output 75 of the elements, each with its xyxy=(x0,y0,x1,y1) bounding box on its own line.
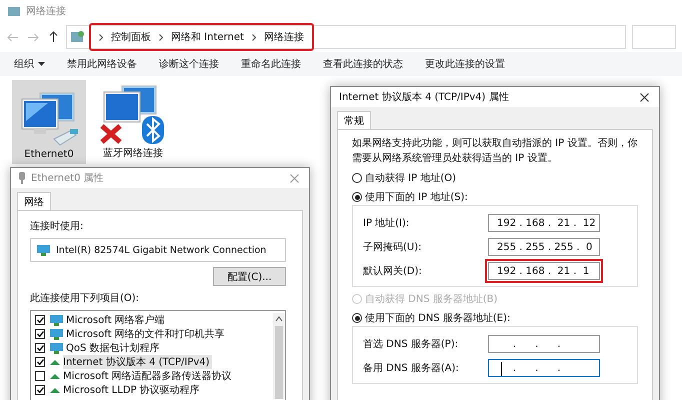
field-label: 首选 DNS 服务器(P): xyxy=(363,338,458,351)
connection-name: Ethernet0 xyxy=(24,149,74,160)
close-icon xyxy=(640,92,648,102)
connection-name: 蓝牙网络连接 xyxy=(103,146,163,160)
chevron-icon xyxy=(159,34,163,40)
network-computer-icon xyxy=(50,342,63,354)
configure-button[interactable]: 配置(C)... xyxy=(213,267,286,286)
list-label: 此连接使用下列项目(O): xyxy=(30,292,140,305)
checkmark-icon xyxy=(36,359,44,365)
toolbar-button[interactable]: 组织 xyxy=(14,57,45,71)
list-item[interactable]: Microsoft 网络的文件和打印机共享 xyxy=(66,327,227,341)
window-title: 网络连接 xyxy=(26,4,66,18)
chevron-icon xyxy=(252,34,256,40)
ip-address-field[interactable]: 192 . 168 . 21 . 12 xyxy=(488,214,600,232)
adapter-name: Intel(R) 82574L Gigabit Network Connection xyxy=(56,244,266,256)
radio-option[interactable]: 自动获得 IP 地址(O) xyxy=(352,171,638,185)
radio-option[interactable]: 使用下面的 DNS 服务器地址(E): xyxy=(352,311,638,325)
toolbar-button[interactable]: 查看此连接的状态 xyxy=(323,57,403,71)
toolbar-button[interactable]: 诊断这个连接 xyxy=(159,57,219,71)
checkbox[interactable] xyxy=(35,385,45,395)
checkmark-icon xyxy=(36,345,44,351)
checkbox[interactable] xyxy=(35,357,45,367)
checkbox[interactable] xyxy=(35,315,45,325)
breadcrumb-item[interactable]: 网络和 Internet xyxy=(171,30,244,44)
up-arrow-icon xyxy=(48,31,58,43)
close-icon xyxy=(290,174,298,182)
radio-option[interactable]: 使用下面的 IP 地址(S): xyxy=(352,190,638,204)
checkbox[interactable] xyxy=(35,329,45,339)
field-label: IP 地址(I): xyxy=(363,216,410,230)
ip-address-field[interactable]: 192 . 168 . 21 . 1 xyxy=(488,262,600,280)
list-item[interactable]: Microsoft LLDP 协议驱动程序 xyxy=(63,383,202,397)
forward-arrow-icon xyxy=(27,32,39,42)
tab[interactable]: 网络 xyxy=(17,192,51,211)
field-label: 子网掩码(U): xyxy=(363,241,422,254)
toolbar-button[interactable]: 更改此连接的设置 xyxy=(425,57,505,71)
field-label: 备用 DNS 服务器(A): xyxy=(363,362,459,375)
field-label: 默认网关(D): xyxy=(363,264,422,278)
dialog-title: Internet 协议版本 4 (TCP/IPv4) 属性 xyxy=(339,90,509,104)
radio-button[interactable] xyxy=(352,173,362,183)
connection-item[interactable]: 蓝牙网络连接 xyxy=(90,80,176,164)
close-button[interactable] xyxy=(637,90,651,104)
dropdown-caret-icon xyxy=(38,62,45,66)
checkmark-icon xyxy=(36,317,44,323)
list-item[interactable]: Internet 协议版本 4 (TCP/IPv4) xyxy=(63,355,212,369)
address-bar[interactable]: 控制面板 网络和 Internet 网络连接 xyxy=(66,25,626,49)
field-label: 连接时使用: xyxy=(30,220,84,233)
connection-item[interactable]: Ethernet0 xyxy=(12,80,86,164)
network-computer-icon xyxy=(50,328,63,340)
radio-button[interactable] xyxy=(352,192,362,202)
search-field[interactable] xyxy=(632,25,676,49)
list-item[interactable]: QoS 数据包计划程序 xyxy=(66,341,162,355)
breadcrumb-item[interactable]: 网络连接 xyxy=(264,30,304,44)
back-arrow-icon xyxy=(7,32,19,42)
ip-address-field[interactable]: . . . xyxy=(488,335,600,353)
ip-address-field[interactable]: . . . xyxy=(488,359,600,377)
radio-button[interactable] xyxy=(352,313,362,323)
network-computer-icon xyxy=(50,314,63,326)
toolbar-button[interactable]: 禁用此网络设备 xyxy=(67,57,137,71)
bluetooth-computers-icon xyxy=(100,84,166,144)
dialog-title: Ethernet0 属性 xyxy=(31,172,104,185)
checkbox[interactable] xyxy=(35,371,45,381)
tab[interactable]: 常规 xyxy=(337,111,371,130)
network-adapter-icon xyxy=(37,244,50,256)
checkmark-icon xyxy=(36,331,44,337)
plug-icon xyxy=(19,172,25,184)
list-item[interactable]: Microsoft 网络适配器多路传送器协议 xyxy=(63,369,234,383)
checkmark-icon xyxy=(36,387,44,393)
chevron-icon xyxy=(99,34,103,40)
toolbar-button[interactable]: 重命名此连接 xyxy=(241,57,301,71)
ip-address-field[interactable]: 255 . 255 . 255 . 0 xyxy=(488,238,600,256)
breadcrumb-item[interactable]: 控制面板 xyxy=(111,30,151,44)
list-item[interactable]: Microsoft 网络客户端 xyxy=(66,313,167,327)
text-cursor xyxy=(501,362,502,376)
checkbox[interactable] xyxy=(35,343,45,353)
description-text: 如果网络支持此功能，则可以获取自动指派的 IP 设置。否则，你需要从网络系统管理员处获得适当的 IP 设置。 xyxy=(352,136,638,166)
